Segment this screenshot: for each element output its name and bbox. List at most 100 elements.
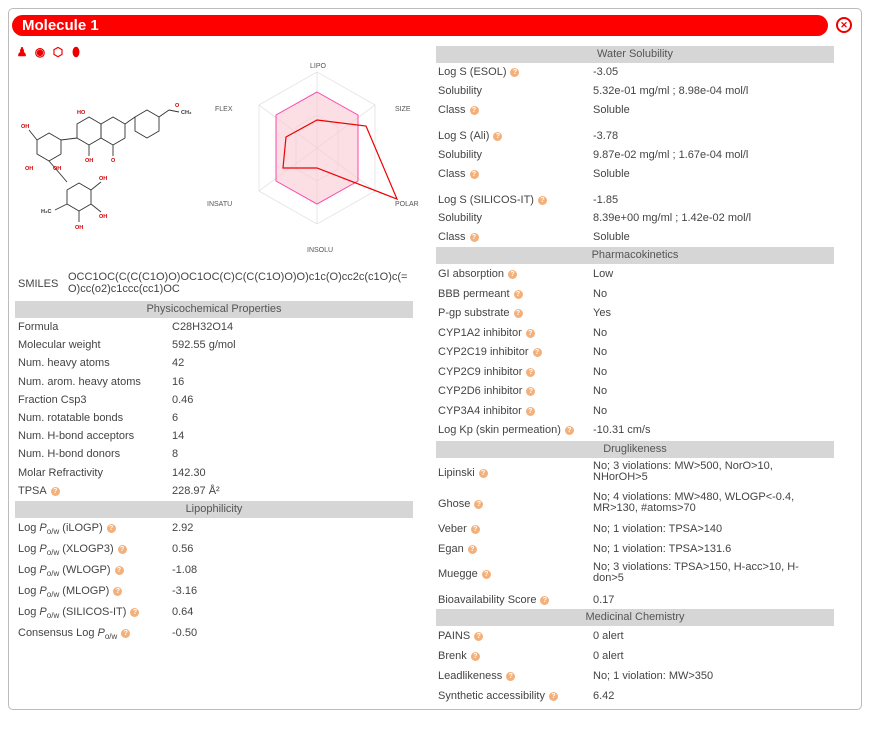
solubility-row-value: Soluble [593,168,630,180]
medchem-row-value: No; 1 violation: MW>350 [593,670,714,682]
pharmacokinetics-row-label: P-gp substrate? [438,305,523,322]
ho-label: HO [77,110,86,116]
radar-flex: FLEX [215,106,233,113]
pharmacokinetics-row-value: Yes [593,307,611,319]
pharmacokinetics-row-label: Log Kp (skin permeation)? [438,422,574,439]
help-icon[interactable]: ? [470,652,480,661]
help-icon[interactable]: ? [564,426,574,435]
lipophilicity-header: Lipophilicity [15,501,413,518]
help-icon[interactable]: ? [540,596,550,605]
solubility-row-label: Solubility [438,85,483,97]
solubility-row: Class? Soluble [438,166,838,183]
pharmacokinetics-row-value: No [593,404,608,417]
lipophilicity-row-value: -0.50 [172,627,198,639]
lipophilicity-row-label: Log Po/w (XLOGP3)? [18,541,127,561]
help-icon[interactable]: ? [50,486,60,496]
solubility-row: Solubility 5.32e-01 mg/ml ; 8.98e-04 mol/… [438,83,838,100]
people-icon[interactable]: ♟ [15,45,29,59]
help-icon[interactable]: ? [513,289,523,299]
help-icon[interactable]: ? [525,328,535,338]
solubility-row-label: Solubility [438,212,483,224]
physchem-row-label: Molar Refractivity [18,466,103,479]
solubility-row-label: Class? [438,166,479,183]
physchem-row-value: 6 [172,412,179,424]
pharmacokinetics-row-value: No [593,365,608,378]
medchem-row-label: PAINS? [438,628,484,645]
physchem-row-value: 8 [172,448,179,461]
physchem-row-value: 142.30 [172,466,206,479]
oh-label-4: OH [53,166,61,172]
solubility-row: Log S (Ali)? -3.78 [438,128,838,145]
lipophilicity-row-label: Log Po/w (MLOGP)? [18,583,123,603]
medchem-row-label: Leadlikeness? [438,668,516,685]
lipophilicity-row: Consensus Log Po/w? -0.50 [18,625,418,642]
help-icon[interactable]: ? [114,566,124,575]
help-icon[interactable]: ? [469,233,479,242]
solubility-row: Solubility 8.39e+00 mg/ml ; 1.42e-02 mol/… [438,210,838,227]
help-icon[interactable]: ? [470,525,480,534]
help-icon[interactable]: ? [481,570,491,579]
druglikeness-row-label: Bioavailability Score? [438,592,550,609]
pharmacokinetics-row-label: CYP2D6 inhibitor? [438,383,536,400]
help-icon[interactable]: ? [510,68,520,77]
pharmacokinetics-row-value: -10.31 cm/s [593,424,651,436]
druglikeness-row: Muegge? No; 3 violations: TPSA>150, H-acc… [438,562,838,584]
help-icon[interactable]: ? [532,348,542,357]
physchem-row-value: C28H32O14 [172,321,234,333]
physchem-row-label: Molecular weight [18,339,101,352]
help-icon[interactable]: ? [117,545,127,554]
help-icon[interactable]: ? [467,545,477,554]
physchem-header: Physicochemical Properties [15,301,413,318]
help-icon[interactable]: ? [474,500,484,509]
lipophilicity-row-value: 0.56 [172,543,194,555]
druglikeness-row-value: No; 1 violation: TPSA>131.6 [593,543,732,555]
help-icon[interactable]: ? [506,672,516,681]
lipophilicity-row: Log Po/w (SILICOS-IT)? 0.64 [18,604,418,621]
druglikeness-row: Veber? No; 1 violation: TPSA>140 [438,521,838,538]
help-icon[interactable]: ? [121,629,131,638]
help-icon[interactable]: ? [549,692,558,701]
medchem-row-label: Brenk? [438,648,480,665]
close-circle-icon[interactable]: ✕ [836,17,852,33]
physchem-row-label: Num. heavy atoms [18,357,110,370]
physchem-row: TPSA? 228.97 Å² [18,483,418,500]
pharmacokinetics-row: CYP3A4 inhibitor? No [438,403,838,420]
radar-insatu: INSATU [207,201,232,208]
pharmacokinetics-row-value: No [593,326,608,339]
pharmacokinetics-row-label: CYP1A2 inhibitor? [438,325,535,342]
help-icon[interactable]: ? [469,106,479,115]
physchem-row: Num. arom. heavy atoms 16 [18,374,418,391]
pharmacokinetics-row-label: GI absorption? [438,266,518,283]
help-icon[interactable]: ? [526,387,536,396]
pill-icon[interactable]: ⬮ [69,45,83,59]
help-icon[interactable]: ? [113,587,123,596]
radar-size: SIZE [395,106,411,113]
help-icon[interactable]: ? [493,132,503,141]
oh-label-2: OH [21,124,29,130]
help-icon[interactable]: ? [526,367,536,377]
help-icon[interactable]: ? [106,524,116,533]
help-icon[interactable]: ? [130,608,140,617]
help-icon[interactable]: ? [525,406,535,416]
help-icon[interactable]: ? [513,309,523,318]
solubility-row-label: Solubility [438,149,483,161]
druglikeness-row-value: No; 4 violations: MW>480, WLOGP<-0.4, MR… [593,491,795,514]
lipophilicity-row-label: Log Po/w (WLOGP)? [18,562,124,582]
pharmacokinetics-row: GI absorption? Low [438,266,838,283]
druglikeness-row-value: No; 1 violation: TPSA>140 [593,523,723,535]
pharmacokinetics-row-label: CYP3A4 inhibitor? [438,403,535,420]
help-icon[interactable]: ? [537,196,547,205]
help-icon[interactable]: ? [474,632,484,641]
hexagon-icon[interactable]: ⬡ [51,45,65,59]
help-icon[interactable]: ? [478,469,488,478]
druglikeness-row-label: Egan? [438,541,477,558]
solubility-row-value: -3.05 [593,66,619,78]
oh-label-7: OH [75,225,83,231]
target-icon[interactable]: ◉ [33,45,47,59]
help-icon[interactable]: ? [508,270,518,279]
help-icon[interactable]: ? [469,170,479,179]
physchem-row-value: 42 [172,357,185,370]
medchem-row-value: 6.42 [593,690,615,702]
physchem-row-label: Num. H-bond acceptors [18,430,135,443]
physchem-row-label: Fraction Csp3 [18,393,87,406]
